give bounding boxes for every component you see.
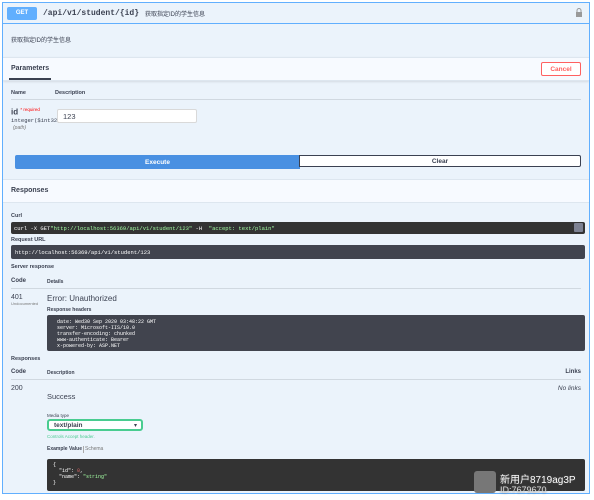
status-code: 401 (11, 294, 23, 301)
request-url: http://localhost:56369/api/v1/student/12… (11, 245, 585, 259)
required-marker: * required (20, 107, 40, 112)
id-input[interactable]: 123 (57, 109, 197, 123)
response-headers: date: Wed30 Sep 2020 03:48:22 GMT server… (47, 315, 585, 351)
copy-icon[interactable] (574, 223, 583, 232)
lock-icon[interactable] (575, 8, 583, 17)
parameter-name: id * required (11, 107, 40, 117)
operation-description: 获取指定ID的学生信息 (11, 38, 72, 44)
divider (11, 99, 581, 100)
json-close: } (53, 480, 57, 486)
response-description: Success (47, 392, 76, 401)
cancel-button[interactable]: Cancel (541, 62, 581, 76)
tab-parameters[interactable]: Parameters (11, 65, 49, 72)
parameter-name-text: id (11, 107, 19, 117)
clear-button[interactable]: Clear (299, 155, 581, 167)
parameters-header: Parameters Cancel (3, 57, 589, 81)
summary-description: 获取指定ID的学生信息 (145, 11, 206, 18)
server-response-label: Server response (11, 264, 55, 270)
tab-underline (9, 78, 51, 80)
details-header: Details (47, 279, 64, 285)
watermark-line1: 新用户8719ag3P (500, 475, 576, 486)
response-code: 200 (11, 385, 23, 392)
parameter-location: (path) (13, 125, 27, 131)
curl-url: "http://localhost:56369/api/v1/student/1… (50, 224, 193, 232)
response-headers-label: Response headers (47, 307, 92, 313)
divider (11, 288, 581, 289)
responses-title: Responses (11, 187, 49, 194)
media-type-value: text/plain (54, 422, 83, 429)
code-header: Code (11, 278, 26, 284)
column-name-header: Name (11, 90, 26, 96)
tab-separator (83, 446, 84, 453)
method-badge: GET (7, 6, 37, 20)
description-header: Description (47, 370, 75, 376)
undocumented-label: Undocumented (11, 301, 39, 306)
curl-header: "accept: text/plain" (208, 224, 275, 232)
curl-prefix: curl -X GET (14, 224, 51, 232)
media-type-label: Media type (47, 413, 70, 418)
watermark: 新用户8719ag3P ID:7679670 (474, 469, 592, 497)
parameter-type: integer($int32) (11, 117, 61, 124)
no-links: No links (557, 385, 581, 392)
code-header: Code (11, 369, 26, 375)
curl-label: Curl (11, 213, 22, 219)
media-type-select[interactable]: text/plain ▾ (47, 419, 143, 431)
responses-header: Responses (3, 179, 589, 203)
json-name-value: "string" (83, 474, 108, 480)
execute-button[interactable]: Execute (15, 155, 300, 169)
status-text: Error: Unauthorized (47, 294, 117, 303)
curl-mid: -H (192, 224, 209, 232)
endpoint-path: /api/v1/student/{id} (43, 8, 140, 18)
tab-schema[interactable]: Schema (85, 446, 103, 452)
column-description-header: Description (55, 90, 86, 96)
tab-example-value[interactable]: Example Value (47, 446, 82, 452)
operation-block: GET /api/v1/student/{id} 获取指定ID的学生信息 获取指… (2, 2, 590, 494)
watermark-line2: ID:7679670 (500, 485, 547, 495)
json-name-key: "name": (53, 474, 84, 480)
divider (11, 379, 581, 380)
accept-note: Controls Accept header. (47, 434, 95, 439)
watermark-logo-icon (474, 471, 496, 493)
responses-subtitle: Responses (11, 356, 41, 362)
curl-command[interactable]: curl -X GET "http://localhost:56369/api/… (11, 222, 585, 234)
operation-summary[interactable]: GET /api/v1/student/{id} 获取指定ID的学生信息 (3, 3, 589, 24)
chevron-down-icon: ▾ (133, 423, 137, 429)
links-header: Links (565, 369, 581, 375)
request-url-label: Request URL (11, 237, 46, 243)
